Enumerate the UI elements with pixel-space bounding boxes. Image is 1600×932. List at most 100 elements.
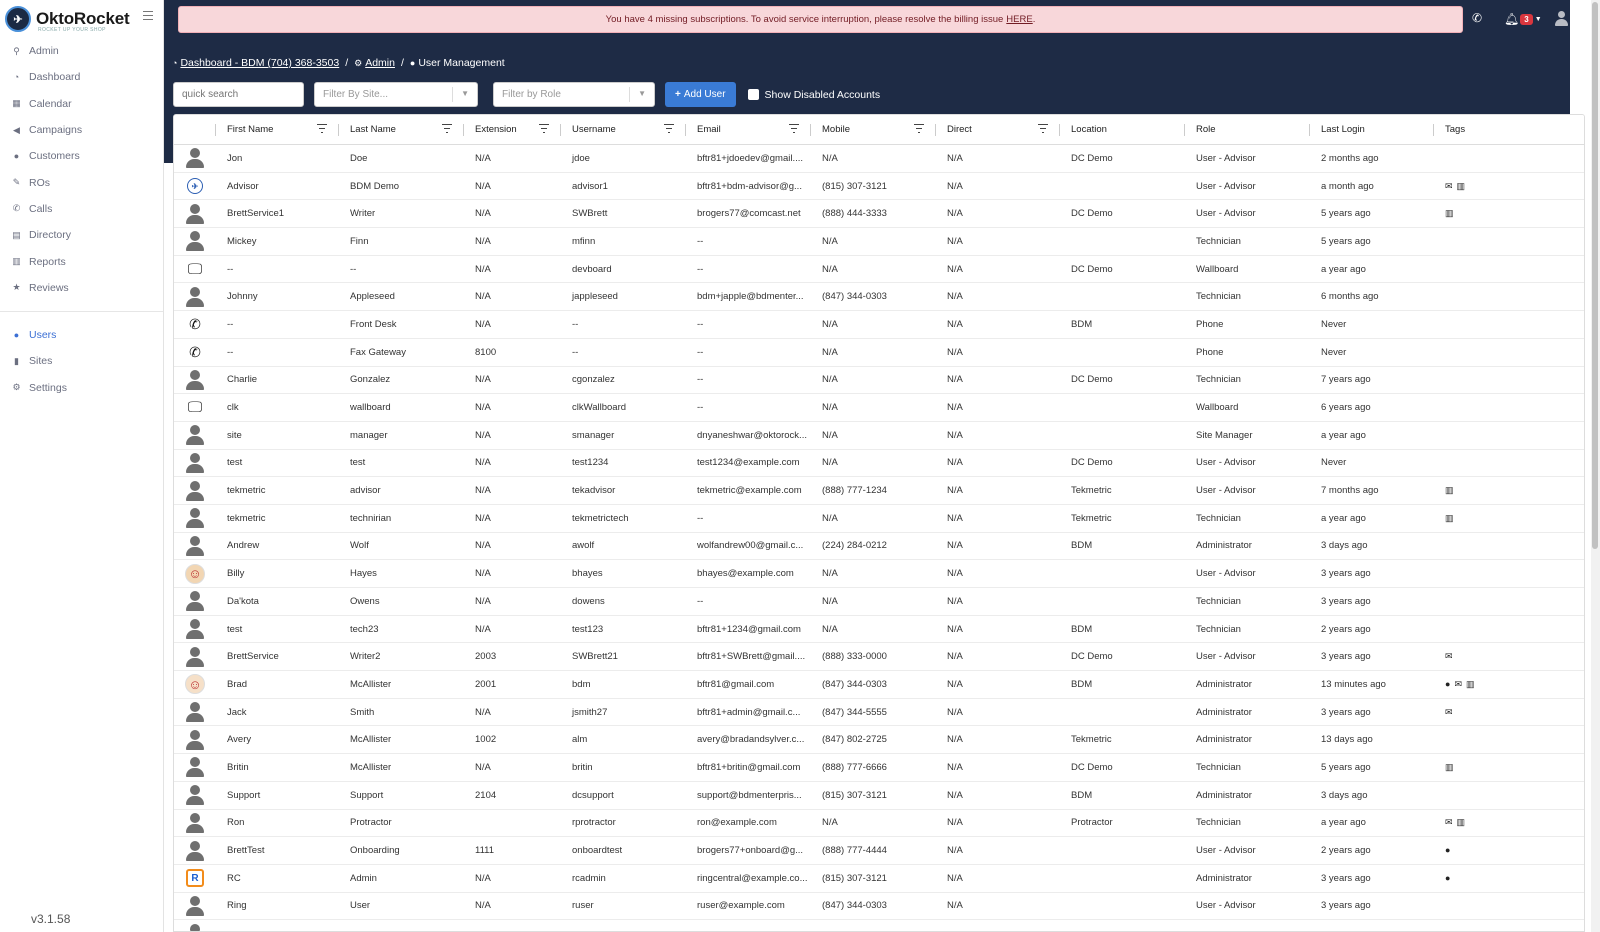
menu-toggle-icon[interactable] — [143, 11, 153, 20]
filter-icon[interactable] — [664, 124, 674, 133]
map-icon: ▥ — [1445, 761, 1454, 772]
table-row[interactable]: Avery McAllister 1002 alm avery@bradandsylve… — [174, 726, 1584, 755]
table-row[interactable]: ✆ -- Fax Gateway 8100 -- -- N/A N/A Phone Never — [174, 339, 1584, 367]
sidebar-item-calls[interactable]: ✆ Calls — [0, 196, 163, 222]
show-disabled-toggle[interactable]: Show Disabled Accounts — [747, 89, 880, 101]
column-header-user[interactable]: Username — [561, 115, 686, 144]
column-header-first[interactable]: First Name — [216, 115, 339, 144]
table-row[interactable]: ☺ Billy Hayes N/A bhayes bhayes@example.com N/… — [174, 560, 1584, 588]
filter-icon[interactable] — [442, 124, 452, 133]
table-row[interactable]: tekmetric advisor N/A tekadvisor tekmetric@e… — [174, 477, 1584, 505]
sidebar-item-directory[interactable]: ▤ Directory — [0, 222, 163, 248]
cell-last: advisor — [350, 485, 381, 497]
table-row[interactable]: ✈ Advisor BDM Demo N/A advisor1 bftr81+bdm-ad… — [174, 173, 1584, 201]
table-row[interactable]: BrettTest Onboarding 1111 onboardtest broger… — [174, 837, 1584, 865]
column-header-ext[interactable]: Extension — [464, 115, 561, 144]
table-row[interactable]: test test N/A test1234 test1234@example.com N… — [174, 450, 1584, 478]
sidebar-item-sites[interactable]: ▮ Sites — [0, 348, 163, 374]
column-header-role[interactable]: Role — [1185, 115, 1310, 144]
table-row[interactable]: Andrew Wolf N/A awolf wolfandrew00@gmail.c..… — [174, 533, 1584, 561]
table-row[interactable]: Jack Smith N/A jsmith27 bftr81+admin@gmail.c… — [174, 699, 1584, 727]
column-header-direct[interactable]: Direct — [936, 115, 1060, 144]
avatar-cell — [174, 616, 216, 643]
table-row[interactable]: Johnny Appleseed N/A jappleseed bdm+japple@b… — [174, 283, 1584, 312]
table-row[interactable]: Ron Protractor rprotractor ron@example.com N… — [174, 810, 1584, 838]
table-row[interactable]: tekmetric technirian N/A tekmetrictech -- N/A… — [174, 505, 1584, 533]
table-row[interactable]: BrettService Writer2 2003 SWBrett21 bftr81+S… — [174, 643, 1584, 672]
cell-user: -- — [572, 346, 579, 358]
avatar-cell — [174, 920, 216, 931]
add-user-button[interactable]: + Add User — [665, 82, 736, 107]
user-menu-button[interactable]: ▼ — [1554, 11, 1579, 27]
sidebar-item-customers[interactable]: ● Customers — [0, 143, 163, 169]
sidebar-item-label: Calls — [29, 202, 53, 215]
avatar-cell: ☺ — [174, 560, 216, 587]
table-row[interactable]: BrettService1 Writer N/A SWBrett brogers77@c… — [174, 200, 1584, 229]
envelope-icon: ✉ — [1454, 678, 1462, 689]
column-header-login[interactable]: Last Login — [1310, 115, 1434, 144]
cell-ext: N/A — [475, 429, 491, 441]
table-row[interactable]: ☺ Brad McAllister 2001 bdm bftr81@gmail.com (8… — [174, 671, 1584, 699]
page-scrollbar[interactable] — [1591, 0, 1600, 932]
table-row[interactable]: Mickey Finn N/A mfinn -- N/A N/A Technician 5 ye… — [174, 228, 1584, 256]
table-row[interactable]: Charlie Gonzalez N/A cgonzalez -- N/A N/A DC De… — [174, 367, 1584, 395]
sidebar-item-users[interactable]: ● Users — [0, 322, 163, 348]
avatar-cell: 🖵︎ — [174, 394, 216, 421]
phone-icon[interactable]: ✆ — [1472, 11, 1482, 25]
cell-ext: N/A — [475, 485, 491, 497]
user-avatar-icon — [186, 286, 204, 307]
scrollbar-thumb[interactable] — [1592, 2, 1598, 549]
notifications-button[interactable]: 🔔︎ 3 ▼ — [1504, 12, 1542, 26]
billing-alert-link[interactable]: HERE — [1006, 14, 1032, 25]
sidebar-item-calendar[interactable]: ▦ Calendar — [0, 91, 163, 117]
table-row[interactable]: Jon Doe N/A jdoe bftr81+jdoedev@gmail.... N/A… — [174, 145, 1584, 173]
sidebar-item-reports[interactable]: ▥ Reports — [0, 248, 163, 274]
filter-icon[interactable] — [539, 124, 549, 133]
table-row[interactable]: site manager N/A smanager dnyaneshwar@oktoro… — [174, 422, 1584, 450]
breadcrumb-dashboard[interactable]: Dashboard - BDM (704) 368-3503 — [180, 57, 339, 69]
table-row[interactable]: R RC Admin N/A rcadmin ringcentral@example.co… — [174, 865, 1584, 893]
sidebar-item-ros[interactable]: ✎ ROs — [0, 169, 163, 195]
breadcrumb-admin[interactable]: Admin — [365, 57, 395, 69]
cell-first: Support — [227, 789, 261, 801]
cell-first: -- — [227, 263, 234, 275]
column-header-location[interactable]: Location — [1060, 115, 1185, 144]
cell-user: jsmith27 — [572, 706, 608, 718]
cell-location — [1060, 588, 1185, 615]
show-disabled-checkbox[interactable] — [747, 89, 759, 100]
gear-icon: ⚙ — [354, 57, 363, 68]
avatar-cell — [174, 145, 216, 172]
column-header-tags[interactable]: Tags — [1434, 115, 1582, 144]
role-filter-select[interactable]: Filter by Role ▼ — [493, 82, 655, 107]
table-row[interactable]: 🖵︎ -- -- N/A devboard -- N/A N/A DC Demo Wallboar… — [174, 256, 1584, 284]
site-filter-select[interactable]: Filter By Site... ▼ — [314, 82, 478, 107]
sidebar-item-reviews[interactable]: ★ Reviews — [0, 275, 163, 301]
column-header-last[interactable]: Last Name — [339, 115, 464, 144]
sidebar-item-campaigns[interactable]: ◀ Campaigns — [0, 117, 163, 143]
table-row[interactable]: Support Support 2104 dcsupport support@bdmen… — [174, 782, 1584, 810]
brand[interactable]: ✈ OktoRocket ROCKET UP YOUR SHOP — [0, 0, 163, 38]
table-row[interactable]: test tech23 N/A test123 bftr81+1234@gmail.co… — [174, 616, 1584, 644]
column-header-mobile[interactable]: Mobile — [811, 115, 936, 144]
sidebar-item-settings[interactable]: ⚙ Settings — [0, 375, 163, 401]
filter-icon[interactable] — [317, 124, 327, 133]
sidebar-item-admin[interactable]: ⚲ Admin — [0, 38, 163, 64]
table-row[interactable]: 🖵︎ clk wallboard N/A clkWallboard -- N/A N/A Wal… — [174, 394, 1584, 422]
table-row[interactable]: Ring User N/A ruser ruser@example.com (847) 3… — [174, 893, 1584, 921]
table-row[interactable] — [174, 920, 1584, 931]
cell-direct: N/A — [947, 734, 963, 746]
sidebar-item-dashboard[interactable]: ◔ Dashboard — [0, 64, 163, 90]
toolbar: Filter By Site... ▼ Filter by Role ▼ + A… — [173, 82, 880, 107]
cell-direct: N/A — [947, 263, 963, 275]
avatar-cell — [174, 810, 216, 837]
cell-user: bdm — [572, 678, 591, 690]
table-row[interactable]: Britin McAllister N/A britin bftr81+britin@g… — [174, 754, 1584, 782]
table-row[interactable]: Da'kota Owens N/A dowens -- N/A N/A Technician 3… — [174, 588, 1584, 616]
table-row[interactable]: ✆ -- Front Desk N/A -- -- N/A N/A BDM Phone Never — [174, 311, 1584, 339]
tags-cell: ● ✉ ▥ — [1434, 671, 1582, 698]
search-input[interactable] — [173, 82, 304, 107]
filter-icon[interactable] — [1038, 124, 1048, 133]
column-header-email[interactable]: Email — [686, 115, 811, 144]
filter-icon[interactable] — [789, 124, 799, 133]
filter-icon[interactable] — [914, 124, 924, 133]
